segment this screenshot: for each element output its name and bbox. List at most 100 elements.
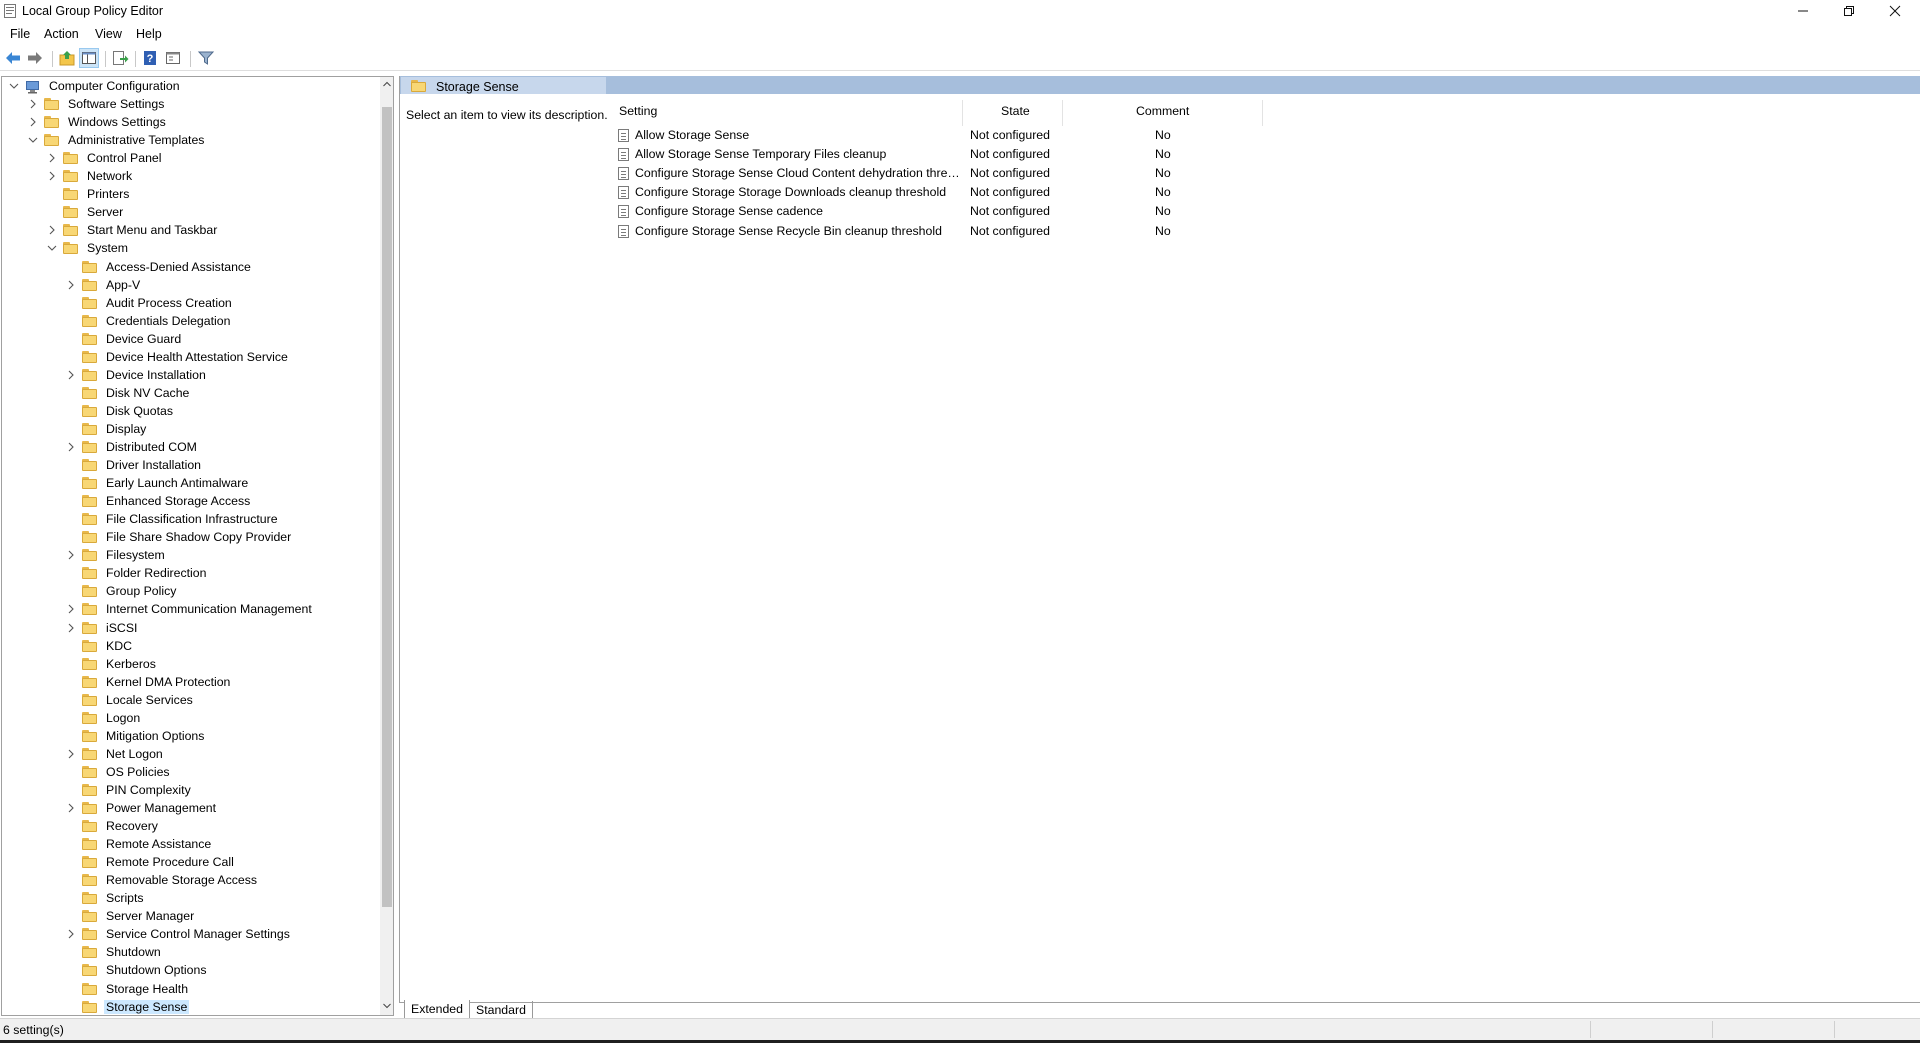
tree-item[interactable]: Remote Procedure Call xyxy=(66,853,236,871)
tree-item[interactable]: App-V xyxy=(66,276,142,294)
tree-item[interactable]: iSCSI xyxy=(66,619,139,637)
menu-action[interactable]: Action xyxy=(44,27,79,41)
tree-item[interactable]: Windows Settings xyxy=(28,113,168,131)
setting-row[interactable]: Allow Storage Sense Temporary Files clea… xyxy=(607,145,1307,164)
tree-item[interactable]: Filesystem xyxy=(66,546,167,564)
tree-item[interactable]: Folder Redirection xyxy=(66,564,208,582)
folder-icon xyxy=(63,188,79,201)
tree-item[interactable]: System xyxy=(47,239,130,257)
minimize-button[interactable] xyxy=(1780,0,1826,22)
tree-item[interactable]: Shutdown Options xyxy=(66,961,209,979)
tree-item[interactable]: Internet Communication Management xyxy=(66,600,314,618)
tree-item[interactable]: Credentials Delegation xyxy=(66,312,232,330)
filter-button[interactable] xyxy=(196,48,216,68)
tree-item[interactable]: Power Management xyxy=(66,799,218,817)
tree-item[interactable]: Storage Health xyxy=(66,980,190,998)
up-folder-button[interactable] xyxy=(57,48,77,68)
back-button[interactable] xyxy=(3,48,23,68)
tree-item[interactable]: Device Health Attestation Service xyxy=(66,348,290,366)
forward-button[interactable] xyxy=(25,48,45,68)
export-list-button[interactable] xyxy=(110,48,130,68)
show-hide-tree-button[interactable] xyxy=(79,48,99,68)
tree-item[interactable]: Start Menu and Taskbar xyxy=(47,221,219,239)
column-header-state[interactable]: State xyxy=(1001,104,1030,118)
tree-pane[interactable]: Computer Configuration Software Settings W… xyxy=(1,76,394,1016)
chevron-right-icon[interactable] xyxy=(66,604,76,614)
tree-item[interactable]: Audit Process Creation xyxy=(66,294,234,312)
tree-item[interactable]: Recovery xyxy=(66,817,160,835)
tree-item[interactable]: Locale Services xyxy=(66,691,195,709)
chevron-down-icon[interactable] xyxy=(9,81,19,91)
tree-item[interactable]: Control Panel xyxy=(47,149,164,167)
chevron-right-icon[interactable] xyxy=(47,225,57,235)
tree-item[interactable]: Distributed COM xyxy=(66,438,199,456)
tab-extended[interactable]: Extended xyxy=(404,1000,470,1019)
chevron-right-icon[interactable] xyxy=(66,749,76,759)
setting-row[interactable]: Allow Storage Sense Not configured No xyxy=(607,126,1307,145)
help-button[interactable]: ? xyxy=(140,48,160,68)
chevron-right-icon[interactable] xyxy=(47,153,57,163)
properties-button[interactable] xyxy=(163,48,183,68)
chevron-placeholder xyxy=(66,352,76,362)
tree-item[interactable]: Enhanced Storage Access xyxy=(66,492,252,510)
tree-item[interactable]: Kernel DMA Protection xyxy=(66,673,232,691)
chevron-right-icon[interactable] xyxy=(66,623,76,633)
tree-scrollbar-thumb[interactable] xyxy=(382,107,392,907)
menu-help[interactable]: Help xyxy=(136,27,162,41)
menu-view[interactable]: View xyxy=(95,27,122,41)
chevron-right-icon[interactable] xyxy=(28,99,38,109)
tree-item[interactable]: Display xyxy=(66,420,148,438)
chevron-right-icon[interactable] xyxy=(66,370,76,380)
chevron-down-icon[interactable] xyxy=(47,243,57,253)
tree-item[interactable]: Group Policy xyxy=(66,582,178,600)
tree-item[interactable]: Disk NV Cache xyxy=(66,384,191,402)
column-header-setting[interactable]: Setting xyxy=(619,104,657,118)
tree-item[interactable]: Remote Assistance xyxy=(66,835,213,853)
tree-item[interactable]: File Classification Infrastructure xyxy=(66,510,280,528)
chevron-right-icon[interactable] xyxy=(28,117,38,127)
tree-item[interactable]: Net Logon xyxy=(66,745,165,763)
chevron-right-icon[interactable] xyxy=(47,171,57,181)
setting-row[interactable]: Configure Storage Sense cadence Not confi… xyxy=(607,202,1307,221)
tree-item[interactable]: KDC xyxy=(66,637,134,655)
chevron-right-icon[interactable] xyxy=(66,442,76,452)
tree-item[interactable]: Server Manager xyxy=(66,907,196,925)
tree-item[interactable]: Logon xyxy=(66,709,142,727)
tree-item[interactable]: OS Policies xyxy=(66,763,172,781)
tree-item[interactable]: Printers xyxy=(47,185,131,203)
setting-row[interactable]: Configure Storage Sense Recycle Bin clea… xyxy=(607,222,1307,241)
setting-row[interactable]: Configure Storage Sense Cloud Content de… xyxy=(607,164,1307,183)
tree-item[interactable]: Server xyxy=(47,203,125,221)
tree-item[interactable]: Scripts xyxy=(66,889,146,907)
tree-item[interactable]: Driver Installation xyxy=(66,456,203,474)
column-header-comment[interactable]: Comment xyxy=(1136,104,1189,118)
tree-item[interactable]: Device Installation xyxy=(66,366,208,384)
close-button[interactable] xyxy=(1872,0,1918,22)
tree-item[interactable]: Administrative Templates xyxy=(28,131,206,149)
tree-item[interactable]: PIN Complexity xyxy=(66,781,193,799)
chevron-down-icon[interactable] xyxy=(28,135,38,145)
tree-item[interactable]: Disk Quotas xyxy=(66,402,175,420)
tree-item[interactable]: Network xyxy=(47,167,134,185)
tree-item[interactable]: Software Settings xyxy=(28,95,166,113)
tree-item[interactable]: Shutdown xyxy=(66,943,163,961)
chevron-right-icon[interactable] xyxy=(66,280,76,290)
menu-file[interactable]: File xyxy=(10,27,30,41)
chevron-right-icon[interactable] xyxy=(66,550,76,560)
tree-item[interactable]: Mitigation Options xyxy=(66,727,206,745)
tree-item[interactable]: Early Launch Antimalware xyxy=(66,474,250,492)
tree-item[interactable]: Kerberos xyxy=(66,655,158,673)
scroll-up-icon[interactable] xyxy=(383,81,391,87)
chevron-right-icon[interactable] xyxy=(66,929,76,939)
setting-row[interactable]: Configure Storage Storage Downloads clea… xyxy=(607,183,1307,202)
tree-item[interactable]: Computer Configuration xyxy=(9,77,182,95)
scroll-down-icon[interactable] xyxy=(383,1003,391,1009)
chevron-right-icon[interactable] xyxy=(66,803,76,813)
tree-item[interactable]: File Share Shadow Copy Provider xyxy=(66,528,293,546)
tree-item[interactable]: Service Control Manager Settings xyxy=(66,925,292,943)
tree-item[interactable]: Removable Storage Access xyxy=(66,871,259,889)
tree-item[interactable]: Access-Denied Assistance xyxy=(66,258,253,276)
tree-item[interactable]: Device Guard xyxy=(66,330,183,348)
tree-item[interactable]: Storage Sense xyxy=(66,998,190,1015)
restore-button[interactable] xyxy=(1826,0,1872,22)
